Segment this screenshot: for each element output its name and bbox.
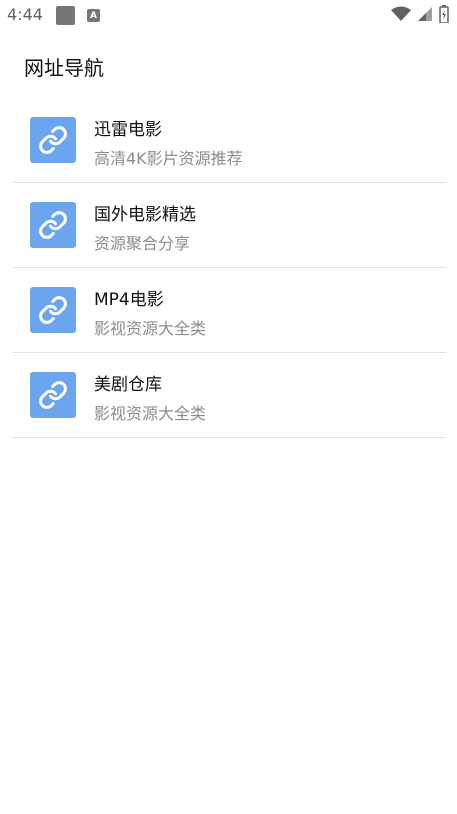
list-item[interactable]: 迅雷电影 高清4K影片资源推荐 [11, 98, 446, 183]
status-bar: 4:44 A [0, 0, 457, 30]
item-subtitle: 资源聚合分享 [94, 234, 191, 253]
cell-signal-icon [418, 7, 432, 21]
item-subtitle: 高清4K影片资源推荐 [94, 149, 243, 168]
battery-charging-icon [439, 5, 449, 23]
item-subtitle: 影视资源大全类 [94, 319, 207, 338]
list-item[interactable]: 美剧仓库 影视资源大全类 [11, 353, 446, 438]
status-icons [391, 5, 449, 23]
item-subtitle: 影视资源大全类 [94, 404, 207, 423]
list-item[interactable]: 国外电影精选 资源聚合分享 [11, 183, 446, 268]
notification-icon [56, 6, 75, 25]
link-icon [30, 372, 76, 418]
status-time: 4:44 [7, 5, 43, 24]
list-item[interactable]: MP4电影 影视资源大全类 [11, 268, 446, 353]
item-title: 美剧仓库 [94, 375, 162, 395]
link-icon [30, 287, 76, 333]
notification-a-icon: A [87, 9, 100, 22]
item-title: 迅雷电影 [94, 120, 162, 140]
page-title: 网址导航 [24, 56, 104, 80]
link-list: 迅雷电影 高清4K影片资源推荐 国外电影精选 资源聚合分享 MP4电影 影视资源… [11, 98, 446, 438]
link-icon [30, 202, 76, 248]
link-icon [30, 117, 76, 163]
item-title: 国外电影精选 [94, 205, 196, 225]
item-title: MP4电影 [94, 290, 164, 310]
wifi-icon [391, 6, 411, 21]
